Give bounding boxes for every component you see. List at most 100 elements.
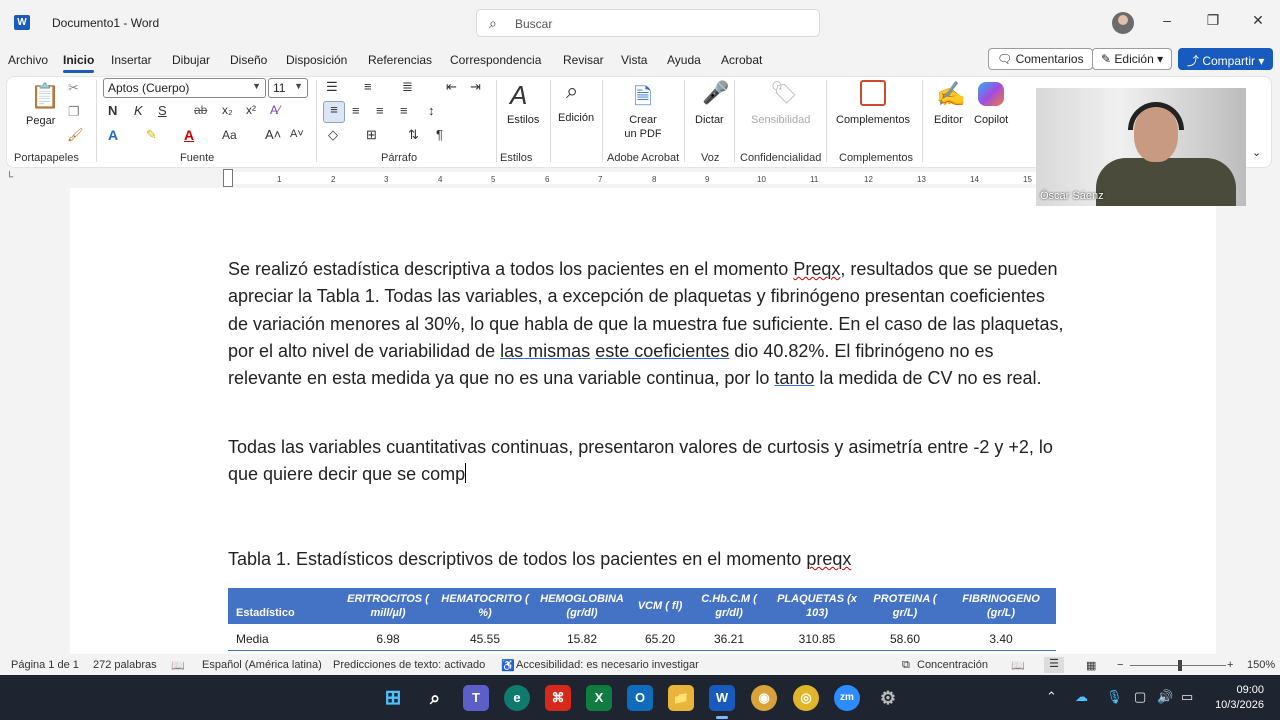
tray-overflow-icon[interactable]: ⌃ (1046, 689, 1057, 705)
chrome-icon[interactable]: ◎ (793, 685, 819, 711)
accessibility-icon[interactable]: ♿ (501, 659, 515, 672)
show-marks-icon[interactable]: ¶ (436, 127, 443, 142)
create-pdf-label[interactable]: Crear un PDF (622, 113, 664, 141)
restore-icon[interactable]: ❐ (1198, 12, 1228, 29)
word-count[interactable]: 272 palabras (93, 659, 157, 671)
line-spacing-icon[interactable]: ↕ (428, 103, 435, 118)
align-left-icon[interactable]: ≡ (323, 101, 345, 123)
justify-icon[interactable]: ≡ (400, 103, 408, 118)
language[interactable]: Español (América latina) (202, 659, 322, 671)
paragraph-1[interactable]: Se realizó estadística descriptiva a tod… (228, 256, 1068, 392)
close-icon[interactable]: ✕ (1243, 12, 1273, 29)
proofing-icon[interactable]: 📖 (171, 659, 185, 672)
read-mode-icon[interactable]: 📖 (1011, 659, 1025, 672)
table-caption[interactable]: Tabla 1. Estadísticos descriptivos de to… (228, 546, 1068, 573)
document-page[interactable]: Se realizó estadística descriptiva a tod… (70, 188, 1216, 654)
copilot-button-label[interactable]: Copilot (974, 114, 1008, 126)
addins-button-label[interactable]: Complementos (836, 114, 910, 126)
tab-disposicion[interactable]: Disposición (286, 53, 347, 67)
styles-button-label[interactable]: Estilos (507, 114, 539, 126)
align-center-icon[interactable]: ≡ (352, 103, 360, 118)
borders-icon[interactable]: ⊞ (366, 127, 377, 143)
tab-acrobat[interactable]: Acrobat (721, 53, 762, 67)
highlight-icon[interactable]: ✎ (146, 127, 157, 143)
editor-icon[interactable]: ✍ (936, 80, 966, 109)
spelling-error[interactable]: preqx (806, 549, 851, 569)
tab-ayuda[interactable]: Ayuda (667, 53, 701, 67)
volume-icon[interactable]: 🔊 (1157, 689, 1173, 705)
dictate-button-label[interactable]: Dictar (695, 114, 724, 126)
microphone-tray-icon[interactable]: 🎙 (1106, 689, 1123, 705)
tab-insertar[interactable]: Insertar (111, 53, 152, 67)
paragraph-2[interactable]: Todas las variables cuantitativas contin… (228, 434, 1068, 489)
font-color-icon[interactable]: A (184, 127, 194, 143)
file-explorer-icon[interactable]: 📁 (668, 685, 694, 711)
tab-dibujar[interactable]: Dibujar (172, 53, 210, 67)
bullets-icon[interactable]: ☰ (326, 79, 338, 95)
display-icon[interactable]: ▢ (1134, 689, 1146, 705)
focus-icon[interactable]: ⧉ (902, 659, 910, 672)
strikethrough-icon[interactable]: ab (194, 103, 207, 117)
tab-referencias[interactable]: Referencias (368, 53, 432, 67)
teams-icon[interactable]: T (463, 685, 489, 711)
accessibility-status[interactable]: Accesibilidad: es necesario investigar (516, 659, 699, 671)
grammar-suggestion[interactable]: las mismas (500, 341, 590, 361)
grammar-suggestion[interactable]: tanto (774, 368, 814, 388)
tab-revisar[interactable]: Revisar (563, 53, 604, 67)
minimize-icon[interactable]: – (1152, 12, 1182, 28)
indent-marker[interactable] (223, 169, 233, 187)
share-button[interactable]: ⤴ Compartir ▾ (1178, 48, 1274, 70)
editor-button-label[interactable]: Editor (934, 114, 963, 126)
editing-mode-button[interactable]: ✎ Edición ▾ (1092, 48, 1173, 70)
decrease-indent-icon[interactable]: ⇤ (446, 79, 457, 95)
edition-button-label[interactable]: Edición (558, 112, 594, 124)
multilevel-list-icon[interactable]: ≣ (402, 79, 413, 95)
tab-correspondencia[interactable]: Correspondencia (450, 53, 541, 67)
spelling-error[interactable]: Preqx (793, 259, 840, 279)
addins-icon[interactable] (860, 80, 886, 106)
settings-gear-icon[interactable]: ⚙ (875, 685, 901, 711)
grammar-suggestion[interactable]: este coeficientes (595, 341, 729, 361)
styles-icon[interactable]: A (510, 80, 527, 111)
paste-button-label[interactable]: Pegar (26, 115, 55, 127)
search-box[interactable]: ⌕ Buscar (476, 9, 820, 37)
copy-icon[interactable]: ❐ (68, 104, 80, 120)
shading-icon[interactable]: ◇ (328, 127, 338, 143)
tab-inicio[interactable]: Inicio (63, 53, 95, 73)
zoom-level[interactable]: 150% (1247, 659, 1275, 671)
zoom-slider-thumb[interactable] (1178, 660, 1182, 671)
tab-diseno[interactable]: Diseño (230, 53, 267, 67)
clear-formatting-icon[interactable]: A⁄ (270, 103, 280, 117)
system-clock[interactable]: 09:00 10/3/2026 (1204, 683, 1264, 713)
tab-archivo[interactable]: Archivo (8, 53, 48, 67)
text-predictions[interactable]: Predicciones de texto: activado (333, 659, 485, 671)
ruler-track[interactable]: 1 2 3 4 5 6 7 8 9 10 11 12 13 14 15 (228, 172, 1038, 184)
increase-indent-icon[interactable]: ⇥ (470, 79, 481, 95)
word-taskbar-icon[interactable]: W (709, 685, 735, 711)
outlook-icon[interactable]: O (627, 685, 653, 711)
format-painter-icon[interactable]: 🖌 (67, 127, 84, 143)
copilot-icon[interactable] (978, 82, 1004, 106)
paste-icon[interactable]: 📋 (30, 82, 60, 111)
numbering-icon[interactable]: ≡ (364, 79, 372, 94)
underline-icon[interactable]: S (158, 103, 167, 118)
text-effects-icon[interactable]: A (108, 127, 118, 143)
comments-button[interactable]: 🗨 Comentarios (988, 48, 1093, 70)
font-size-select[interactable]: 11 ▼ (268, 78, 308, 98)
italic-icon[interactable]: K (134, 103, 143, 118)
align-right-icon[interactable]: ≡ (376, 103, 384, 118)
change-case-icon[interactable]: Aa (222, 128, 237, 142)
grow-font-icon[interactable]: A˄ (265, 127, 281, 142)
excel-icon[interactable]: X (586, 685, 612, 711)
page-count[interactable]: Página 1 de 1 (11, 659, 79, 671)
edge-icon[interactable]: e (504, 685, 530, 711)
focus-mode[interactable]: Concentración (917, 659, 988, 671)
cloud-sync-icon[interactable]: ☁ (1075, 689, 1088, 705)
web-layout-icon[interactable]: ▦ (1086, 659, 1096, 672)
ribbon-expand-icon[interactable]: ⌄ (1252, 146, 1261, 159)
zoom-in-icon[interactable]: + (1227, 659, 1233, 671)
medal-app-icon[interactable]: ◉ (751, 685, 777, 711)
font-name-select[interactable]: Aptos (Cuerpo) ▼ (103, 78, 266, 98)
tab-vista[interactable]: Vista (621, 53, 647, 67)
battery-icon[interactable]: ▭ (1181, 689, 1193, 705)
